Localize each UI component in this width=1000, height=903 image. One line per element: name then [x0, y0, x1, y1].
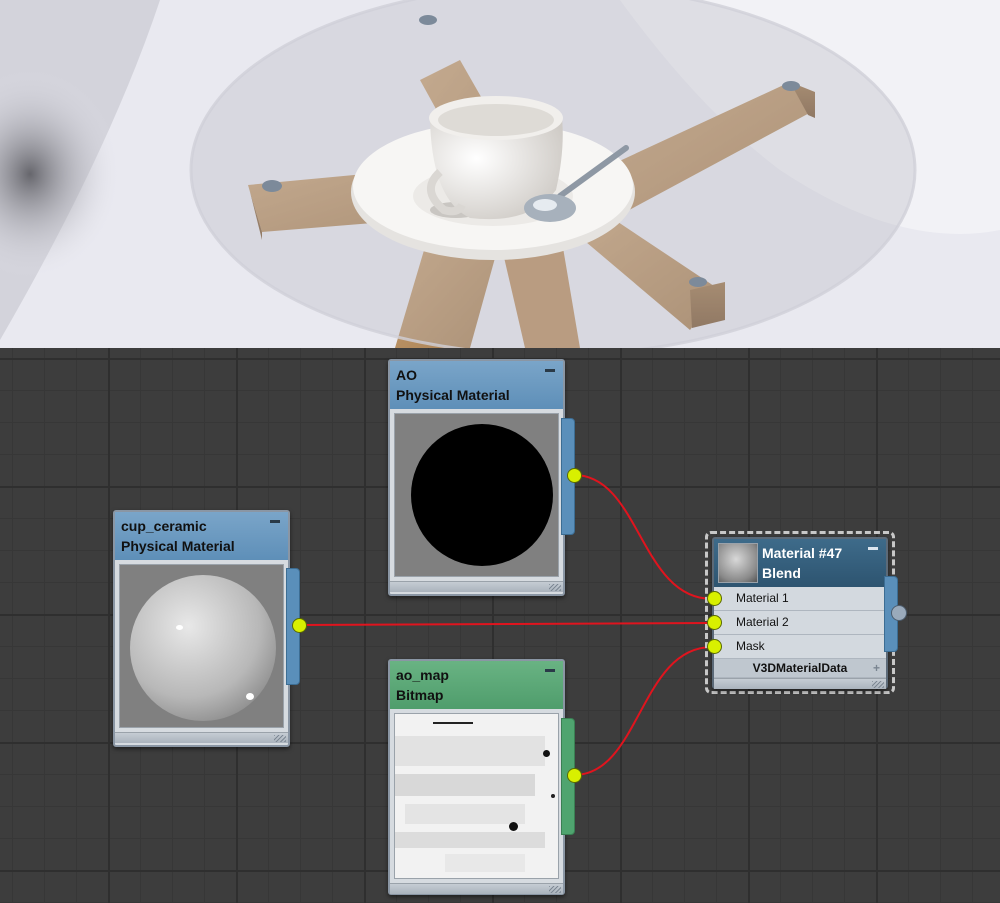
wire-ao-to-material1 — [573, 474, 713, 600]
v3d-material-data-rollout[interactable]: V3DMaterialData — [714, 659, 886, 678]
node-footer — [714, 678, 886, 689]
material-2-input-socket[interactable] — [707, 615, 722, 630]
cup-node-header[interactable]: cup_ceramic Physical Material — [115, 512, 288, 560]
node-footer — [390, 883, 563, 894]
bitmap-node-header[interactable]: ao_map Bitmap — [390, 661, 563, 709]
material-1-input-socket[interactable] — [707, 591, 722, 606]
ao-node-header[interactable]: AO Physical Material — [390, 361, 563, 409]
ao-node-type: Physical Material — [396, 387, 510, 403]
wire-bitmap-to-mask — [573, 646, 713, 776]
node-footer — [115, 732, 288, 743]
cup-node-type: Physical Material — [121, 538, 235, 554]
slot-material-1[interactable]: Material 1 — [707, 587, 886, 611]
slot-label: Mask — [736, 639, 765, 653]
slot-mask[interactable]: Mask — [707, 635, 886, 659]
bitmap-node-name: ao_map — [396, 667, 449, 683]
cup-output-socket[interactable] — [292, 618, 307, 633]
ao-output-socket[interactable] — [567, 468, 582, 483]
blend-node-type: Blend — [762, 565, 801, 581]
ao-map-preview — [394, 713, 559, 879]
slot-label: Material 2 — [736, 615, 789, 629]
minimize-icon[interactable] — [270, 520, 280, 523]
3d-viewport[interactable] — [0, 0, 1000, 348]
v3d-label: V3DMaterialData — [752, 661, 848, 675]
ao-material-node[interactable]: AO Physical Material — [388, 359, 565, 596]
blend-node-name: Material #47 — [762, 545, 843, 561]
ao-map-bitmap-node[interactable]: ao_map Bitmap — [388, 659, 565, 895]
mask-input-socket[interactable] — [707, 639, 722, 654]
bitmap-node-type: Bitmap — [396, 687, 444, 703]
ao-material-preview — [394, 413, 559, 577]
wire-cup-to-material2 — [298, 622, 713, 626]
minimize-icon[interactable] — [545, 369, 555, 372]
cup-material-preview — [119, 564, 284, 728]
slot-label: Material 1 — [736, 591, 789, 605]
cup-ceramic-material-node[interactable]: cup_ceramic Physical Material — [113, 510, 290, 747]
material-thumbnail — [718, 543, 758, 583]
blend-material-node[interactable]: Material #47 Blend Material 1 Material 2… — [707, 537, 888, 689]
ao-node-name: AO — [396, 367, 417, 383]
blend-node-header[interactable]: Material #47 Blend — [714, 539, 886, 587]
minimize-icon[interactable] — [545, 669, 555, 672]
node-editor-canvas[interactable]: AO Physical Material cup_ceramic Physica… — [0, 348, 1000, 903]
cup-node-name: cup_ceramic — [121, 518, 207, 534]
scene-render — [0, 0, 1000, 348]
slot-material-2[interactable]: Material 2 — [707, 611, 886, 635]
minimize-icon[interactable] — [868, 547, 878, 550]
bitmap-output-socket[interactable] — [567, 768, 582, 783]
blend-output-socket[interactable] — [891, 605, 907, 621]
node-footer — [390, 581, 563, 592]
